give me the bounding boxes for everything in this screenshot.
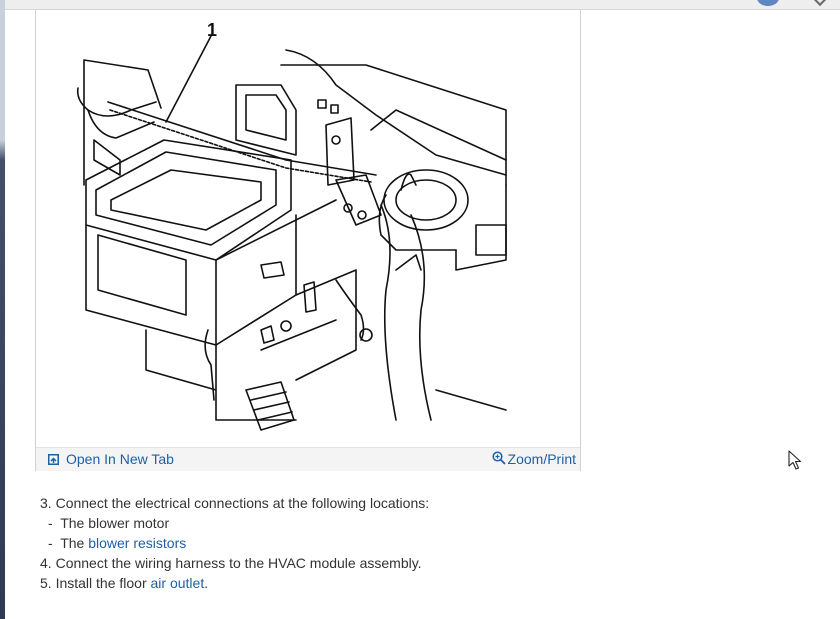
- callout-leader-line: [165, 35, 212, 123]
- blower-resistors-link[interactable]: blower resistors: [88, 535, 186, 551]
- step-text-end: .: [204, 575, 209, 591]
- user-avatar-icon[interactable]: [757, 0, 779, 6]
- chevron-down-icon[interactable]: [812, 0, 828, 7]
- step-4: 4. Connect the wiring harness to the HVA…: [40, 553, 600, 573]
- step-number: 4.: [40, 555, 52, 571]
- instruction-steps: 3. Connect the electrical connections at…: [40, 493, 600, 593]
- air-outlet-link[interactable]: air outlet: [151, 575, 205, 591]
- step-text: Install the floor: [55, 575, 151, 591]
- hvac-diagram: 1: [76, 20, 507, 431]
- sub-item-blower-resistors: - The blower resistors: [40, 533, 600, 553]
- step-number: 5.: [40, 575, 52, 591]
- magnifier-icon: [491, 450, 506, 465]
- step-text: Connect the electrical connections at th…: [55, 495, 430, 511]
- step-5: 5. Install the floor air outlet.: [40, 573, 600, 593]
- callout-number: 1: [207, 20, 217, 40]
- step-3: 3. Connect the electrical connections at…: [40, 493, 600, 513]
- open-new-tab-icon: [48, 453, 59, 465]
- figure-card: 1 Open In New Tab Zoom/Print: [35, 9, 581, 471]
- figure-footer: Open In New Tab Zoom/Print: [36, 447, 580, 471]
- mouse-pointer-icon: [788, 450, 802, 470]
- open-in-new-tab-link[interactable]: Open In New Tab: [48, 451, 174, 467]
- sub-item-prefix: - The: [48, 535, 89, 551]
- step-number: 3.: [40, 495, 52, 511]
- open-in-new-tab-label: Open In New Tab: [66, 451, 174, 467]
- zoom-print-link[interactable]: Zoom/Print: [491, 450, 576, 467]
- sub-item-blower-motor: - The blower motor: [40, 513, 600, 533]
- sub-item-label: blower motor: [88, 515, 170, 531]
- sub-item-prefix: - The: [48, 515, 89, 531]
- zoom-print-label: Zoom/Print: [507, 451, 576, 467]
- window-edge: [0, 0, 5, 619]
- step-text: Connect the wiring harness to the HVAC m…: [55, 555, 422, 571]
